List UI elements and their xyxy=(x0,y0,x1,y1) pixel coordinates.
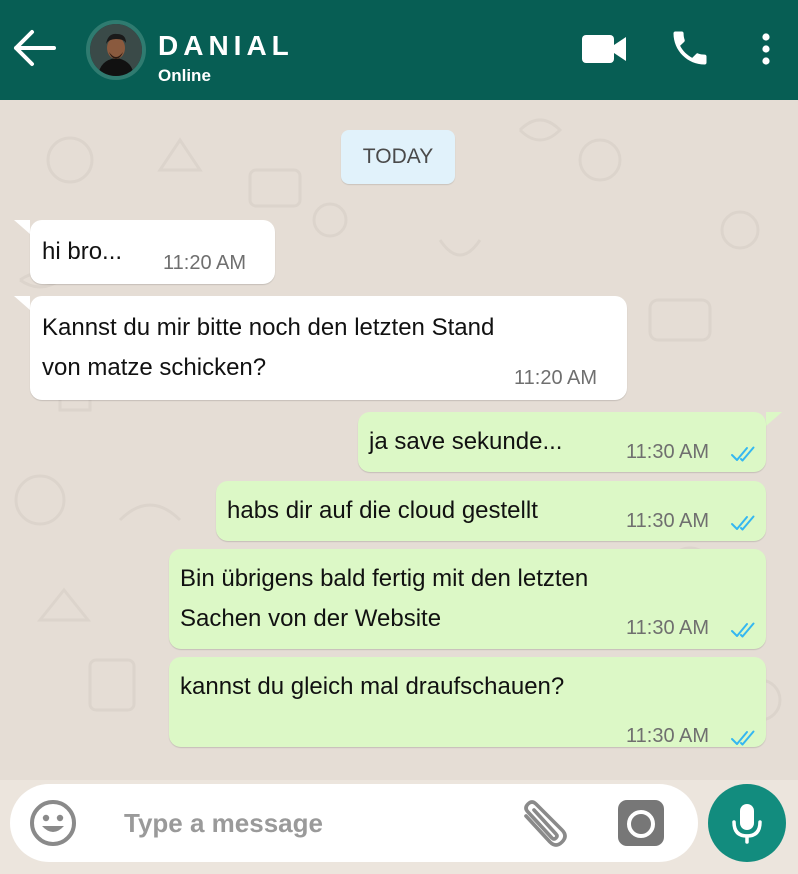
paperclip-icon xyxy=(524,800,567,847)
message-bubble-incoming[interactable]: hi bro... 11:20 AM xyxy=(30,220,275,284)
message-text: Sachen von der Website xyxy=(180,605,442,632)
video-call-button[interactable] xyxy=(580,32,630,66)
message-text: ja save sekunde... xyxy=(369,428,563,455)
message-text: habs dir auf die cloud gestellt xyxy=(227,497,538,524)
message-composer xyxy=(10,784,698,862)
microphone-icon xyxy=(732,804,762,844)
video-camera-icon xyxy=(582,35,626,63)
message-text: von matze schicken? xyxy=(42,354,267,381)
message-text: Kannst du mir bitte noch den letzten Sta… xyxy=(42,314,495,341)
chat-header: DANIAL Online xyxy=(0,0,798,100)
contact-name[interactable]: DANIAL xyxy=(158,30,294,62)
voice-call-button[interactable] xyxy=(668,26,712,70)
message-input[interactable] xyxy=(122,802,506,844)
phone-icon xyxy=(673,31,707,65)
date-divider: TODAY xyxy=(341,130,455,184)
message-bubble-outgoing[interactable]: ja save sekunde... 11:30 AM xyxy=(358,412,766,472)
bubble-tail xyxy=(14,220,30,234)
message-bubble-incoming[interactable]: Kannst du mir bitte noch den letzten Sta… xyxy=(30,296,627,400)
avatar[interactable] xyxy=(86,20,146,80)
contact-status: Online xyxy=(158,66,211,85)
voice-message-button[interactable] xyxy=(708,784,786,862)
camera-icon xyxy=(618,800,664,846)
emoji-icon xyxy=(30,800,76,846)
message-time: 11:20 AM xyxy=(514,367,598,389)
message-text: kannst du gleich mal draufschauen? xyxy=(180,673,565,700)
back-button[interactable] xyxy=(12,28,58,68)
contact-photo xyxy=(90,24,142,76)
attach-button[interactable] xyxy=(510,798,570,854)
message-time: 11:20 AM xyxy=(163,252,247,274)
more-options-button[interactable] xyxy=(754,28,778,72)
message-bubble-outgoing[interactable]: Bin übrigens bald fertig mit den letzten… xyxy=(169,549,766,649)
message-bubble-outgoing[interactable]: kannst du gleich mal draufschauen? 11:30… xyxy=(169,657,766,747)
emoji-button[interactable] xyxy=(28,798,78,848)
camera-button[interactable] xyxy=(616,798,666,848)
bubble-tail xyxy=(766,412,782,426)
double-check-icon xyxy=(731,446,755,462)
message-text: hi bro... xyxy=(42,238,123,265)
message-text: Bin übrigens bald fertig mit den letzten xyxy=(180,565,589,592)
bubble-tail xyxy=(14,296,30,310)
message-time: 11:30 AM xyxy=(626,510,710,532)
arrow-left-icon xyxy=(14,30,56,66)
message-time: 11:30 AM xyxy=(626,441,710,463)
double-check-icon xyxy=(731,622,755,638)
message-bubble-outgoing[interactable]: habs dir auf die cloud gestellt 11:30 AM xyxy=(216,481,766,541)
chat-screen: DANIAL Online TODAY hi bro... 11:20 AM K… xyxy=(0,0,798,874)
message-time: 11:30 AM xyxy=(626,617,710,639)
double-check-icon xyxy=(731,515,755,531)
message-list[interactable]: TODAY hi bro... 11:20 AM Kannst du mir b… xyxy=(0,100,798,780)
more-vertical-icon xyxy=(762,33,770,65)
double-check-icon xyxy=(731,730,755,746)
message-time: 11:30 AM xyxy=(626,725,710,747)
